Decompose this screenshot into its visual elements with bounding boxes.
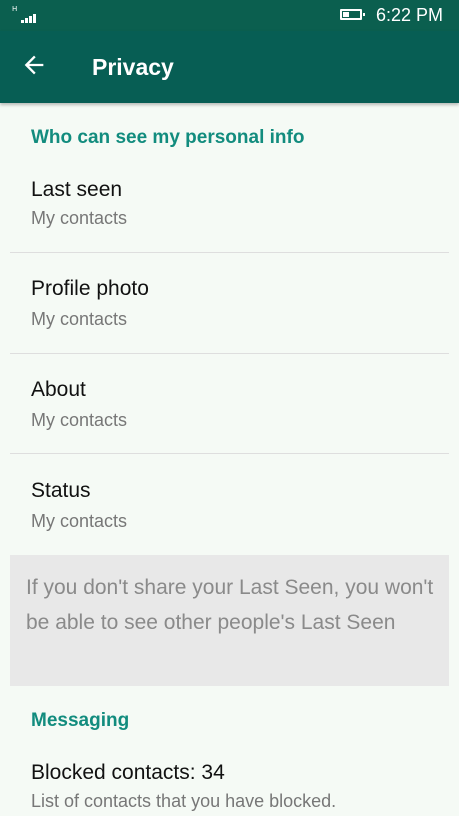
setting-value: My contacts [31, 410, 128, 430]
setting-label: About [31, 378, 86, 401]
info-box: If you don't share your Last Seen, you w… [10, 555, 449, 686]
setting-row-about[interactable]: About My contacts [10, 355, 449, 453]
section-header-personal-info: Who can see my personal info [31, 127, 305, 148]
setting-row-blocked-contacts[interactable]: Blocked contacts: 34 List of contacts th… [10, 748, 449, 816]
page-title: Privacy [92, 54, 174, 80]
setting-label: Status [31, 479, 91, 502]
setting-label: Profile photo [31, 277, 149, 300]
signal-icon: H [12, 6, 46, 24]
network-type: H [12, 5, 18, 13]
status-bar: H 6:22 PM [0, 0, 459, 31]
info-text: If you don't share your Last Seen, you w… [26, 576, 434, 634]
setting-row-last-seen[interactable]: Last seen My contacts [10, 155, 449, 253]
setting-row-profile-photo[interactable]: Profile photo My contacts [10, 254, 449, 352]
battery-icon [340, 9, 365, 20]
divider [10, 453, 449, 454]
app-bar: Privacy [0, 31, 459, 103]
setting-value: List of contacts that you have blocked. [31, 791, 337, 811]
arrow-left-icon[interactable] [20, 51, 48, 79]
divider [10, 353, 449, 354]
setting-value: My contacts [31, 309, 128, 329]
setting-row-status[interactable]: Status My contacts [10, 456, 449, 554]
divider [10, 252, 449, 253]
setting-label: Blocked contacts: 34 [31, 761, 225, 784]
setting-value: My contacts [31, 511, 128, 531]
status-time: 6:22 PM [376, 5, 444, 25]
battery-level [343, 12, 349, 17]
setting-value: My contacts [31, 208, 128, 228]
setting-label: Last seen [31, 178, 123, 201]
section-header-messaging: Messaging [31, 710, 130, 731]
